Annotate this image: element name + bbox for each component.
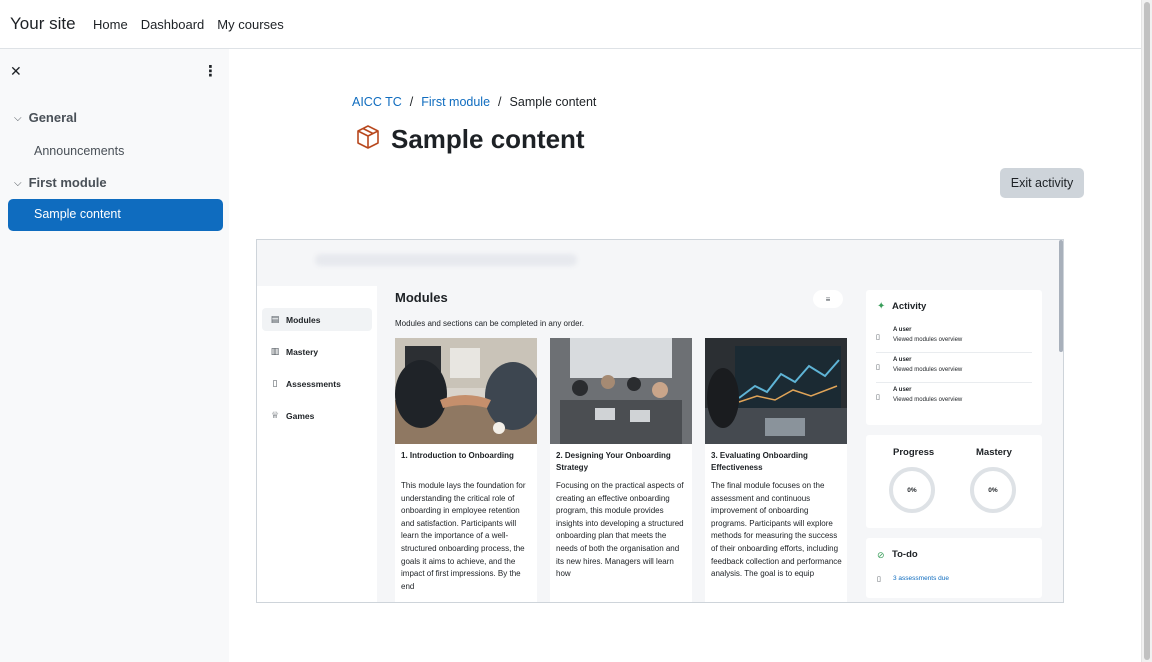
module-image-meeting: [550, 338, 692, 444]
module-image-handshake: [395, 338, 537, 444]
section-general[interactable]: ⌵ General: [14, 110, 77, 125]
activity-user: A user: [893, 357, 912, 363]
breadcrumb-separator: /: [498, 95, 502, 109]
embedded-nav-assessments[interactable]: ▯ Assessments: [262, 372, 372, 395]
page-scrollbar-thumb[interactable]: [1144, 2, 1150, 660]
module-card[interactable]: 2. Designing Your Onboarding Strategy Fo…: [550, 338, 692, 602]
close-icon[interactable]: ✕: [10, 63, 22, 80]
module-card-title: 2. Designing Your Onboarding Strategy: [556, 451, 671, 472]
todo-card: ⊘ To-do ▯ 3 assessments due: [866, 538, 1042, 598]
page-title: Sample content: [391, 124, 585, 154]
module-card[interactable]: 1. Introduction to Onboarding This modul…: [395, 338, 537, 602]
trophy-icon: ♕: [270, 410, 280, 420]
book-icon: ▤: [270, 314, 280, 324]
module-card-title: 3. Evaluating Onboarding Effectiveness: [711, 451, 808, 472]
breadcrumb-link-course[interactable]: AICC TC: [352, 95, 402, 109]
list-view-icon[interactable]: ≡: [813, 290, 843, 308]
activity-entry: ▯ A user Viewed modules overview: [876, 383, 1032, 413]
module-card-body: The final module focuses on the assessme…: [711, 481, 842, 579]
check-circle-icon: ⊘: [877, 550, 885, 560]
main-content: AICC TC / First module / Sample content …: [229, 49, 1141, 662]
activity-card: ✦ Activity ▯ A user Viewed modules overv…: [866, 290, 1042, 425]
module-card-title: 1. Introduction to Onboarding: [401, 451, 514, 460]
progress-ring: 0%: [889, 467, 935, 513]
section-label[interactable]: First module: [29, 175, 107, 190]
section-label[interactable]: General: [29, 110, 77, 125]
nav-link-dashboard[interactable]: Dashboard: [141, 17, 205, 32]
module-card[interactable]: 3. Evaluating Onboarding Effectiveness T…: [705, 338, 847, 602]
primary-nav: Home Dashboard My courses: [93, 17, 284, 32]
embedded-nav-games[interactable]: ♕ Games: [262, 404, 372, 427]
progress-mastery-card: Progress 0% Mastery 0%: [866, 435, 1042, 528]
modules-heading: Modules: [395, 290, 448, 305]
frame-scrollbar-thumb[interactable]: [1059, 240, 1063, 352]
section-first-module[interactable]: ⌵ First module: [14, 175, 107, 190]
scorm-content-frame[interactable]: ▤ Modules ▥ Mastery ▯ Assessments ♕ Game…: [256, 239, 1064, 603]
breadcrumb-separator: /: [409, 95, 414, 109]
document-icon: ▯: [272, 378, 278, 388]
site-name[interactable]: Your site: [10, 14, 76, 34]
mastery-ring: 0%: [970, 467, 1016, 513]
activity-user: A user: [893, 387, 912, 393]
chevron-down-icon[interactable]: ⌵: [14, 178, 22, 189]
course-index-item-announcements[interactable]: Announcements: [34, 144, 124, 158]
exit-activity-button[interactable]: Exit activity: [1000, 168, 1084, 198]
modules-subtitle: Modules and sections can be completed in…: [395, 319, 585, 328]
package-box-icon: [357, 125, 379, 149]
course-index-item-sample-content[interactable]: Sample content: [8, 199, 223, 231]
todo-title: To-do: [892, 549, 918, 560]
breadcrumb-link-section[interactable]: First module: [421, 95, 490, 109]
nav-label: Modules: [286, 314, 321, 325]
document-icon: ▯: [876, 364, 880, 371]
activity-user: A user: [893, 327, 912, 333]
mastery-label: Mastery: [976, 447, 1012, 458]
nav-link-my-courses[interactable]: My courses: [217, 17, 283, 32]
activity-text: Viewed modules overview: [893, 337, 963, 343]
nav-label: Mastery: [286, 346, 319, 357]
breadcrumb: AICC TC / First module / Sample content: [352, 95, 596, 109]
nav-link-home[interactable]: Home: [93, 17, 128, 32]
kebab-menu-icon[interactable]: ⋮: [203, 62, 218, 80]
activity-text: Viewed modules overview: [893, 367, 963, 373]
assessments-due-link[interactable]: 3 assessments due: [893, 575, 949, 582]
blurred-header: [315, 254, 577, 266]
nav-label: Games: [286, 410, 315, 421]
embedded-sidebar: ▤ Modules ▥ Mastery ▯ Assessments ♕ Game…: [257, 286, 377, 602]
top-navbar: Your site Home Dashboard My courses: [0, 0, 1141, 49]
activity-text: Viewed modules overview: [893, 397, 963, 403]
document-icon: ▯: [877, 576, 881, 583]
chevron-down-icon[interactable]: ⌵: [14, 113, 22, 124]
document-icon: ▯: [876, 334, 880, 341]
progress-label: Progress: [893, 447, 935, 458]
activity-title: Activity: [892, 301, 927, 312]
module-card-body: Focusing on the practical aspects of cre…: [556, 481, 684, 579]
module-card-body: This module lays the foundation for unde…: [401, 481, 526, 591]
bar-chart-icon: ▥: [270, 346, 280, 356]
embedded-nav-mastery[interactable]: ▥ Mastery: [262, 340, 372, 363]
page-scrollbar[interactable]: [1141, 0, 1152, 662]
activity-entry: ▯ A user Viewed modules overview: [876, 323, 1032, 353]
activity-entry: ▯ A user Viewed modules overview: [876, 353, 1032, 383]
nav-label: Assessments: [286, 378, 341, 389]
activity-pulse-icon: ✦: [877, 301, 886, 312]
document-icon: ▯: [876, 394, 880, 401]
embedded-nav-modules[interactable]: ▤ Modules: [262, 308, 372, 331]
breadcrumb-current: Sample content: [509, 95, 597, 109]
course-index-drawer: ✕ ⋮ ⌵ General Announcements ⌵ First modu…: [0, 49, 229, 662]
module-image-dashboard: [705, 338, 847, 444]
